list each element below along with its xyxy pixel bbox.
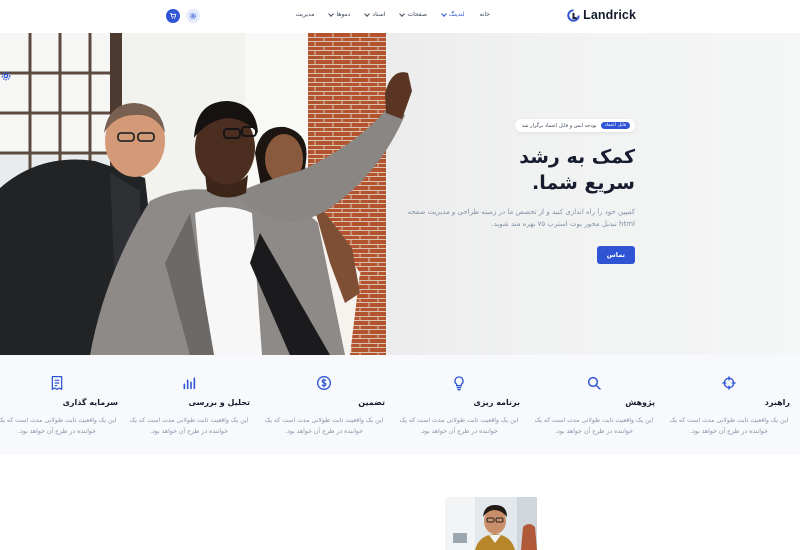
feature-title: تضمین <box>358 398 385 407</box>
feature-title: تحلیل و بررسی <box>188 398 250 407</box>
menu-item-label: دموها <box>336 11 351 18</box>
menu-item-admin[interactable]: مدیریت <box>296 11 315 18</box>
chevron-down-icon <box>399 10 406 17</box>
menu-item-label: مدیریت <box>295 11 315 18</box>
feature-title: برنامه ریزی <box>473 398 521 407</box>
logo-mark-icon <box>567 8 580 22</box>
menu-item-label: لندینگ <box>448 11 465 18</box>
feature-description: این یک واقعیت ثابت طولانی مدت است که یک … <box>0 417 117 435</box>
hero-content: قابل اعتماد بودجه ایمن و قابل اعتماد برگ… <box>375 111 635 264</box>
feature-title: پژوهش <box>625 398 655 407</box>
pill-text: بودجه ایمن و قابل اعتماد برگزار شد <box>521 122 597 129</box>
crosshair-icon <box>722 376 736 390</box>
top-navbar: Landrick خانه لندینگ صفحات اسناد دموها م… <box>0 0 800 33</box>
receipt-icon <box>51 376 63 390</box>
chevron-down-icon <box>328 10 335 17</box>
dollar-icon <box>317 376 331 390</box>
gear-icon <box>189 12 197 20</box>
search-icon <box>587 376 601 390</box>
about-preview-photo <box>445 497 537 550</box>
features-section: راهبرد این یک واقعیت ثابت طولانی مدت است… <box>0 355 800 455</box>
menu-item-label: خانه <box>479 11 490 18</box>
feature-title: سرمایه گذاری <box>62 398 118 407</box>
main-menu: خانه لندینگ صفحات اسناد دموها مدیریت <box>281 10 490 18</box>
hero-title-line1: کمک به رشد <box>519 146 635 168</box>
cart-icon <box>170 12 177 20</box>
hero-title: کمک به رشد سریع شما. <box>375 144 635 196</box>
status-badge: قابل اعتماد <box>600 122 630 129</box>
hero-description: کمپین خود را راه اندازی کنید و از تخصص م… <box>407 208 635 228</box>
feature-description: این یک واقعیت ثابت طولانی مدت است که یک … <box>264 417 384 435</box>
cart-button[interactable] <box>166 9 180 23</box>
lightbulb-icon <box>454 376 464 391</box>
feature-description: این یک واقعیت ثابت طولانی مدت است که یک … <box>534 417 654 435</box>
feature-description: این یک واقعیت ثابت طولانی مدت است که یک … <box>669 417 789 435</box>
hero-announcement-pill: قابل اعتماد بودجه ایمن و قابل اعتماد برگ… <box>514 119 635 132</box>
menu-item-label: اسناد <box>372 11 386 18</box>
contact-button[interactable]: تماس <box>596 246 635 264</box>
brand-name: Landrick <box>583 8 636 22</box>
menu-item-landing[interactable]: لندینگ <box>441 10 465 18</box>
feature-description: این یک واقعیت ثابت طولانی مدت است که یک … <box>399 417 519 435</box>
menu-item-label: صفحات <box>407 11 427 18</box>
settings-float-icon[interactable] <box>1 71 11 81</box>
hero-title-line2: سریع شما. <box>531 172 635 194</box>
menu-item-home[interactable]: خانه <box>480 11 490 18</box>
chevron-down-icon <box>441 10 447 17</box>
menu-item-pages[interactable]: صفحات <box>399 10 427 18</box>
feature-description: این یک واقعیت ثابت طولانی مدت است که یک … <box>129 417 249 435</box>
hero-section: قابل اعتماد بودجه ایمن و قابل اعتماد برگ… <box>0 33 800 355</box>
bar-chart-icon <box>183 377 196 390</box>
settings-button[interactable] <box>186 9 200 23</box>
menu-item-demos[interactable]: دموها <box>328 10 351 18</box>
menu-item-docs[interactable]: اسناد <box>364 10 386 18</box>
brand-logo[interactable]: Landrick <box>567 8 636 22</box>
chevron-down-icon <box>364 10 371 17</box>
feature-title: راهبرد <box>764 398 790 407</box>
